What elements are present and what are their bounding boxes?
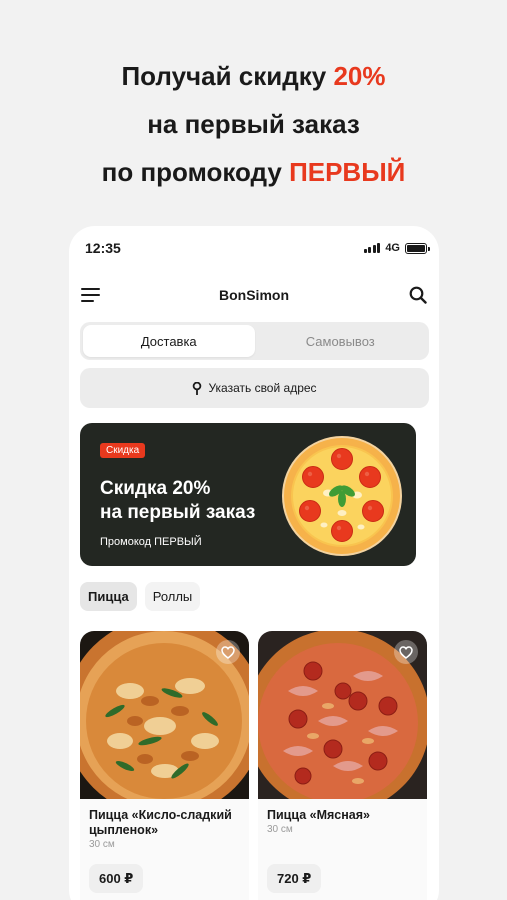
search-icon[interactable] (409, 286, 427, 304)
product-name: Пицца «Кисло-сладкий цыпленок» (89, 808, 232, 837)
heart-icon (399, 645, 413, 659)
favorite-button[interactable] (216, 640, 240, 664)
status-indicators: 4G (363, 242, 430, 254)
category-chips: Пицца Роллы (80, 582, 201, 611)
banner-promo-code: Промокод ПЕРВЫЙ (100, 536, 202, 548)
product-name: Пицца «Мясная» (267, 808, 370, 822)
favorite-button[interactable] (394, 640, 418, 664)
address-label: Указать свой адрес (208, 381, 317, 395)
battery-icon (405, 242, 430, 254)
promo-discount: 20% (333, 61, 386, 91)
promo-line-2: на первый заказ (147, 109, 360, 139)
price-button[interactable]: 600 ₽ (89, 864, 144, 893)
delivery-mode-toggle: Доставка Самовывоз (80, 322, 429, 360)
price-button[interactable]: 720 ₽ (267, 864, 322, 893)
promo-headline: Получай скидку 20% на первый заказ по пр… (0, 52, 507, 196)
category-chip-rolls[interactable]: Роллы (144, 582, 201, 611)
app-title: BonSimon (219, 287, 289, 303)
address-button[interactable]: Указать свой адрес (80, 368, 429, 408)
phone-screen: 12:35 4G BonSimon Доставка Самовывоз Ука… (69, 226, 439, 900)
location-pin-icon (193, 381, 202, 395)
promo-line-1: Получай скидку 20% (121, 61, 386, 91)
network-label: 4G (385, 242, 400, 254)
status-bar: 12:35 4G (85, 238, 430, 258)
product-size: 30 см (89, 839, 115, 850)
product-size: 30 см (267, 824, 293, 835)
promo-line-3: по промокоду ПЕРВЫЙ (101, 157, 406, 187)
product-card[interactable]: Пицца «Кисло-сладкий цыпленок» 30 см 600… (80, 631, 249, 900)
banner-title: Скидка 20% на первый заказ (100, 478, 256, 523)
signal-icon (363, 243, 381, 253)
status-time: 12:35 (85, 240, 121, 256)
product-card[interactable]: Пицца «Мясная» 30 см 720 ₽ (258, 631, 427, 900)
tab-pickup[interactable]: Самовывоз (255, 325, 427, 357)
category-chip-pizza[interactable]: Пицца (80, 582, 137, 611)
app-header: BonSimon (81, 284, 427, 308)
tab-delivery[interactable]: Доставка (83, 325, 255, 357)
promo-banner[interactable]: Скидка Скидка 20% на первый заказ Промок… (80, 423, 416, 566)
banner-badge: Скидка (100, 443, 146, 458)
pizza-illustration (282, 436, 402, 556)
heart-icon (221, 645, 235, 659)
promo-code-highlight: ПЕРВЫЙ (289, 157, 406, 187)
